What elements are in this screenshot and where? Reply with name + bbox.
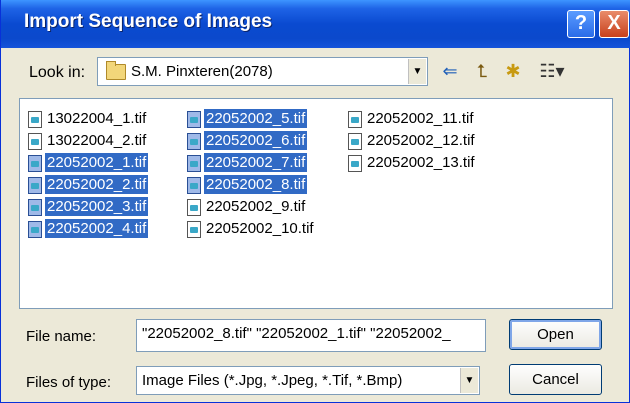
file-item-label: 22052002_11.tif [367, 110, 474, 127]
file-item-label: 22052002_4.tif [45, 219, 149, 238]
image-file-icon [187, 177, 201, 194]
up-folder-icon[interactable]: ⮤ [471, 60, 493, 82]
image-file-icon [348, 155, 362, 172]
file-type-label: Files of type: [26, 374, 112, 391]
file-type-value: Image Files (*.Jpg, *.Jpeg, *.Tif, *.Bmp… [142, 372, 403, 389]
look-in-label: Look in: [29, 64, 86, 81]
help-button[interactable]: ? [567, 10, 595, 38]
folder-icon [106, 61, 126, 80]
import-dialog: Import Sequence of Images ? X Look in: S… [0, 0, 630, 403]
file-item-label: 22052002_6.tif [204, 131, 308, 150]
file-type-dropdown[interactable]: Image Files (*.Jpg, *.Jpeg, *.Tif, *.Bmp… [136, 366, 480, 395]
image-file-icon [187, 199, 201, 216]
image-file-icon [348, 111, 362, 128]
cancel-button[interactable]: Cancel [509, 364, 602, 395]
file-item-label: 22052002_10.tif [206, 220, 314, 237]
image-file-icon [348, 133, 362, 150]
file-item-label: 22052002_12.tif [367, 132, 475, 149]
image-file-icon [187, 111, 201, 128]
image-file-icon [187, 133, 201, 150]
file-item-label: 22052002_8.tif [204, 175, 308, 194]
file-list[interactable]: 13022004_1.tif 13022004_2.tif 22052002_1.t… [19, 98, 613, 309]
image-file-icon [187, 155, 201, 172]
file-item-label: 22052002_13.tif [367, 154, 475, 171]
chevron-down-icon[interactable]: ▼ [460, 368, 478, 393]
file-item-label: 13022004_1.tif [47, 110, 147, 127]
file-name-value: "22052002_8.tif" "22052002_1.tif" "22052… [142, 325, 451, 342]
new-folder-icon[interactable]: ✱ [501, 60, 525, 82]
open-button[interactable]: Open [509, 319, 602, 350]
file-name-label: File name: [26, 328, 97, 345]
view-menu-icon[interactable]: ☷▾ [533, 60, 571, 82]
file-item-label: 13022004_2.tif [47, 132, 147, 149]
image-file-icon [28, 155, 42, 172]
image-file-icon [28, 221, 42, 238]
window-title: Import Sequence of Images [24, 11, 273, 32]
file-item-label: 22052002_3.tif [45, 197, 149, 216]
file-name-field[interactable]: "22052002_8.tif" "22052002_1.tif" "22052… [136, 319, 486, 352]
chevron-down-icon[interactable]: ▼ [408, 59, 426, 84]
close-button[interactable]: X [599, 10, 629, 38]
file-item-label: 22052002_1.tif [45, 153, 149, 172]
back-icon[interactable]: ⇐ [439, 60, 461, 82]
image-file-icon [28, 133, 42, 150]
file-item-label: 22052002_9.tif [206, 198, 306, 215]
image-file-icon [187, 221, 201, 238]
title-bar[interactable]: Import Sequence of Images ? X [1, 0, 630, 48]
look-in-dropdown[interactable]: S.M. Pinxteren(2078) ▼ [97, 57, 428, 86]
file-item-label: 22052002_2.tif [45, 175, 149, 194]
image-file-icon [28, 111, 42, 128]
file-item-label: 22052002_5.tif [204, 109, 308, 128]
image-file-icon [28, 199, 42, 216]
look-in-value: S.M. Pinxteren(2078) [131, 63, 273, 80]
image-file-icon [28, 177, 42, 194]
file-item-label: 22052002_7.tif [204, 153, 308, 172]
